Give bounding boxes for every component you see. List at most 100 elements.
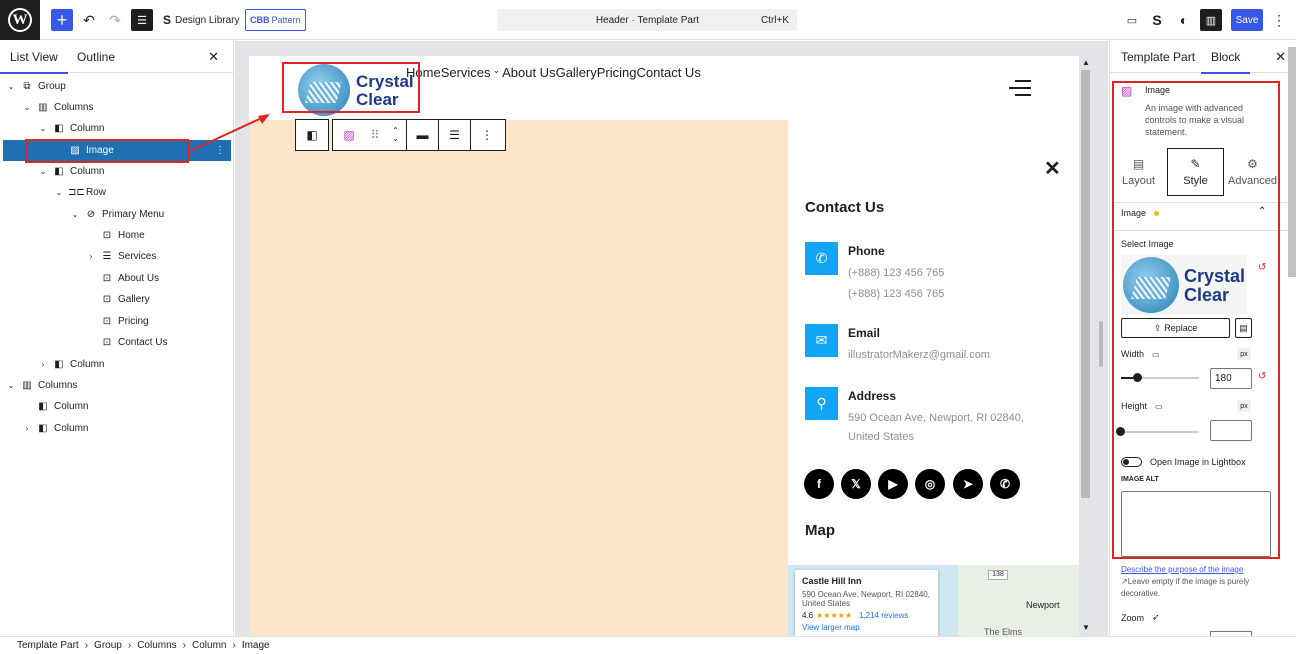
- instagram-icon[interactable]: ◎: [915, 469, 945, 499]
- tree-item-contact-us[interactable]: ⊡ Contact Us: [0, 332, 232, 353]
- youtube-icon[interactable]: ▶: [878, 469, 908, 499]
- preview-desktop-icon[interactable]: ▭: [1121, 9, 1143, 31]
- sidebar-scrollbar[interactable]: [1288, 47, 1296, 277]
- tree-item-home[interactable]: ⊡ Home: [0, 225, 232, 246]
- phone-number: (+888) 123 456 765: [848, 267, 945, 279]
- canvas-scrollbar[interactable]: [1081, 70, 1090, 498]
- chevron-right-icon[interactable]: ›: [22, 424, 32, 433]
- tree-item-column[interactable]: › ◧ Column: [0, 418, 232, 439]
- hamburger-menu-icon[interactable]: [1009, 80, 1031, 96]
- text-align-icon[interactable]: ☰: [439, 120, 471, 150]
- tree-item-column[interactable]: › ◧ Column: [0, 354, 232, 375]
- tree-item-group[interactable]: ⌄ ⧉ Group: [0, 76, 232, 97]
- spectra-icon[interactable]: S: [1146, 9, 1168, 31]
- column-icon: ◧: [38, 423, 48, 434]
- chevron-down-icon[interactable]: ⌄: [54, 188, 64, 197]
- close-icon[interactable]: ✕: [1275, 49, 1286, 65]
- document-overview-button[interactable]: ☰: [131, 9, 153, 31]
- settings-sidebar-toggle-icon[interactable]: ▥: [1200, 9, 1222, 31]
- command-palette-bar[interactable]: Header · Template Part Ctrl+K: [498, 9, 797, 31]
- whatsapp-icon[interactable]: ✆: [990, 469, 1020, 499]
- describe-purpose-link[interactable]: Describe the purpose of the image: [1121, 565, 1243, 574]
- style-contrast-icon[interactable]: ◐: [1173, 9, 1195, 31]
- email-icon: ✉: [805, 324, 838, 357]
- map-embed[interactable]: 138 Newport The Elms Castle Hill Inn 590…: [788, 565, 1079, 636]
- tree-item-column[interactable]: ⌄ ◧ Column: [0, 161, 232, 182]
- facebook-icon[interactable]: f: [804, 469, 834, 499]
- map-address: 590 Ocean Ave, Newport, RI 02840,: [802, 590, 930, 599]
- wordpress-logo-button[interactable]: W: [0, 0, 40, 40]
- tab-template-part[interactable]: Template Part: [1121, 50, 1195, 64]
- wordpress-icon: W: [8, 8, 32, 32]
- tab-outline[interactable]: Outline: [77, 50, 115, 64]
- breadcrumb-item[interactable]: Column: [192, 640, 226, 651]
- scroll-down-icon[interactable]: ▼: [1082, 623, 1090, 632]
- chevron-down-icon[interactable]: ⌄: [70, 210, 80, 219]
- options-menu-icon[interactable]: ⋮: [1268, 9, 1290, 31]
- resize-handle[interactable]: [1099, 321, 1103, 367]
- save-button[interactable]: Save: [1231, 9, 1263, 31]
- link-icon: ⊡: [102, 294, 112, 305]
- tree-item-column[interactable]: ◧ Column: [0, 396, 232, 417]
- tree-item-row[interactable]: ⌄ ⊐⊏ Row: [0, 182, 232, 203]
- more-options-icon[interactable]: ⋮: [471, 120, 503, 150]
- tree-item-about-us[interactable]: ⊡ About Us: [0, 268, 232, 289]
- chevron-down-icon[interactable]: ⌄: [38, 124, 48, 133]
- map-area-label: The Elms: [984, 627, 1023, 636]
- close-icon[interactable]: ✕: [208, 49, 219, 65]
- telegram-icon[interactable]: ➤: [953, 469, 983, 499]
- x-twitter-icon[interactable]: 𝕏: [841, 469, 871, 499]
- chevron-down-icon[interactable]: ⌄: [6, 82, 16, 91]
- nav-contact-us[interactable]: Contact Us: [637, 65, 701, 80]
- nav-pricing[interactable]: Pricing: [597, 65, 637, 80]
- link-icon: ⊡: [102, 316, 112, 327]
- chevron-right-icon[interactable]: ›: [86, 252, 96, 261]
- navigation-icon: ⊘: [86, 209, 96, 220]
- map-reviews-link[interactable]: 1,214 reviews: [859, 611, 908, 620]
- location-icon: ⚲: [805, 387, 838, 420]
- image-icon[interactable]: ▨: [333, 120, 365, 150]
- tree-item-pricing[interactable]: ⊡ Pricing: [0, 311, 232, 332]
- align-icon[interactable]: ▬: [407, 120, 439, 150]
- parent-block-selector[interactable]: ◧: [295, 119, 329, 151]
- chevron-right-icon: ›: [127, 640, 132, 651]
- scroll-up-icon[interactable]: ▲: [1082, 58, 1090, 67]
- nav-about-us[interactable]: About Us: [502, 65, 555, 80]
- view-larger-map-link[interactable]: View larger map: [802, 623, 931, 632]
- phone-title: Phone: [848, 244, 885, 258]
- tree-item-gallery[interactable]: ⊡ Gallery: [0, 289, 232, 310]
- chevron-down-icon[interactable]: ⌄: [22, 103, 32, 112]
- tree-item-columns[interactable]: ⌄ ▥ Columns: [0, 375, 232, 396]
- chevron-down-icon[interactable]: ⌄: [493, 65, 501, 80]
- tab-list-view[interactable]: List View: [0, 50, 68, 74]
- column-icon: ◧: [54, 123, 64, 134]
- chevron-down-icon[interactable]: ⌄: [38, 167, 48, 176]
- design-library-button[interactable]: S Design Library: [163, 13, 240, 27]
- chevron-right-icon[interactable]: ›: [38, 360, 48, 369]
- tree-item-primary-menu[interactable]: ⌄ ⊘ Primary Menu: [0, 204, 232, 225]
- move-up-down-icon[interactable]: ⌃ ⌄: [385, 120, 407, 150]
- phone-number: (+888) 123 456 765: [848, 288, 945, 300]
- tab-block[interactable]: Block: [1200, 50, 1251, 74]
- columns-icon: ▥: [38, 102, 48, 113]
- close-icon[interactable]: ✕: [1044, 156, 1061, 181]
- block-inserter-button[interactable]: +: [51, 9, 73, 31]
- address-line: United States: [848, 431, 915, 443]
- breadcrumb-item[interactable]: Group: [94, 640, 122, 651]
- breadcrumb-item[interactable]: Columns: [137, 640, 176, 651]
- breadcrumb-item[interactable]: Template Part: [17, 640, 79, 651]
- map-rating: 4.6: [802, 611, 814, 620]
- chevron-down-icon[interactable]: ⌄: [6, 381, 16, 390]
- column-icon[interactable]: ◧: [296, 120, 328, 150]
- undo-icon[interactable]: ↶: [78, 9, 100, 31]
- pattern-button[interactable]: CBB Pattern: [245, 9, 306, 31]
- tree-item-services[interactable]: › ☰ Services: [0, 246, 232, 267]
- external-link-icon: ↗: [1121, 577, 1128, 586]
- drag-handle-icon[interactable]: ⠿: [365, 120, 385, 150]
- redo-icon[interactable]: ↷: [104, 9, 126, 31]
- nav-services[interactable]: Services: [441, 65, 491, 80]
- map-city-label: Newport: [1026, 600, 1060, 610]
- editor-header: W + ↶ ↷ ☰ S Design Library CBB Pattern H…: [0, 0, 1296, 40]
- nav-gallery[interactable]: Gallery: [556, 65, 597, 80]
- map-address: United States: [802, 599, 851, 608]
